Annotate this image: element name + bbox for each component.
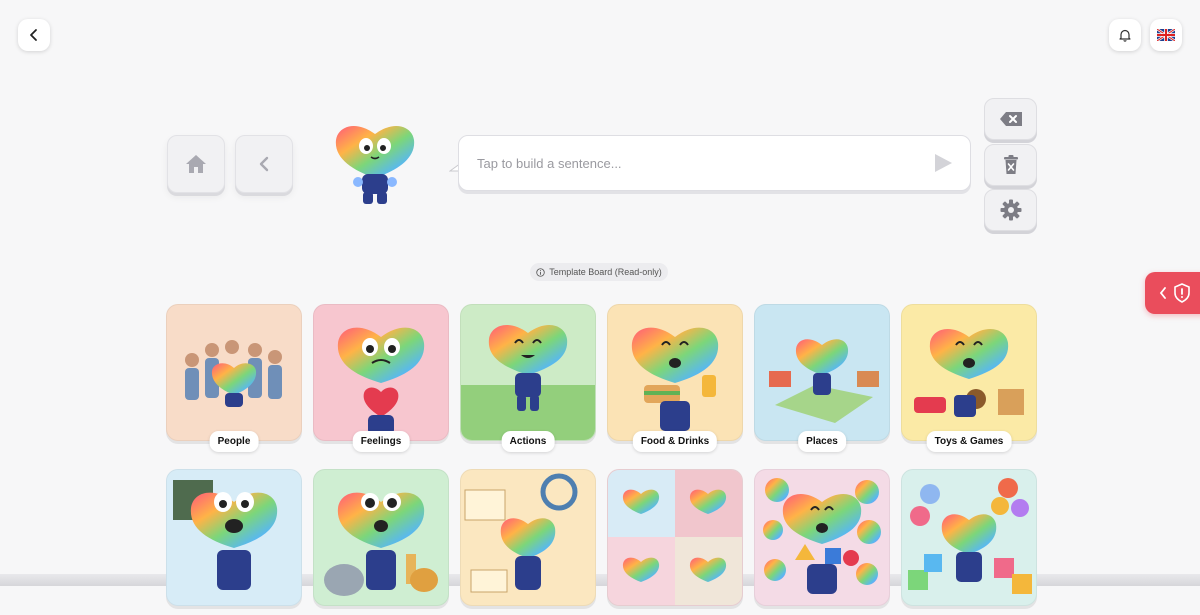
tile-row2-1[interactable] (166, 469, 302, 615)
tile-row2-5[interactable] (754, 469, 890, 615)
gear-icon (1000, 199, 1021, 221)
tile-row2-3[interactable] (460, 469, 596, 615)
tile-image (313, 304, 449, 441)
tile-label: Places (798, 431, 846, 452)
sentence-bar[interactable] (458, 135, 971, 191)
play-icon[interactable] (930, 151, 954, 175)
chevron-left-icon (1159, 287, 1166, 299)
home-icon (186, 155, 206, 173)
back-button[interactable] (18, 19, 50, 51)
tile-image (460, 469, 596, 606)
tile-row2-4[interactable] (607, 469, 743, 615)
info-icon (536, 267, 545, 277)
tile-label: Toys & Games (926, 431, 1012, 452)
tile-image (754, 469, 890, 606)
notifications-button[interactable] (1109, 19, 1141, 51)
template-board-text: Template Board (Read-only) (549, 267, 662, 277)
tile-label: Actions (501, 431, 555, 452)
tile-actions[interactable]: Actions (460, 304, 596, 452)
sentence-input[interactable] (475, 154, 930, 172)
chevron-left-icon (259, 156, 269, 172)
template-board-badge: Template Board (Read-only) (530, 263, 668, 281)
settings-button[interactable] (984, 189, 1037, 231)
safety-tab[interactable] (1145, 272, 1200, 314)
tile-label: Food & Drinks (632, 431, 718, 452)
tile-places[interactable]: Places (754, 304, 890, 452)
trash-x-icon (1003, 155, 1018, 174)
tile-image (460, 304, 596, 441)
shield-alert-icon (1174, 283, 1190, 303)
chevron-left-icon (30, 29, 37, 41)
language-button[interactable] (1150, 19, 1182, 51)
tile-feelings[interactable]: Feelings (313, 304, 449, 452)
mascot-avatar (335, 126, 415, 204)
tile-people[interactable]: People (166, 304, 302, 452)
nav-back-button[interactable] (235, 135, 293, 193)
tile-image (607, 304, 743, 441)
tile-image (901, 304, 1037, 441)
tile-row2-2[interactable] (313, 469, 449, 615)
uk-flag-icon (1157, 29, 1175, 41)
home-button[interactable] (167, 135, 225, 193)
tile-label: People (209, 431, 259, 452)
tile-image (166, 304, 302, 441)
tile-image (607, 469, 743, 606)
backspace-button[interactable] (984, 98, 1037, 140)
tile-image (901, 469, 1037, 606)
tile-food-drinks[interactable]: Food & Drinks (607, 304, 743, 452)
backspace-icon (999, 112, 1022, 126)
tile-label: Feelings (352, 431, 410, 452)
bell-icon (1119, 29, 1131, 42)
tile-row2-6[interactable] (901, 469, 1037, 615)
tile-image (166, 469, 302, 606)
tile-image (754, 304, 890, 441)
clear-button[interactable] (984, 144, 1037, 186)
tile-toys-games[interactable]: Toys & Games (901, 304, 1037, 452)
tile-image (313, 469, 449, 606)
